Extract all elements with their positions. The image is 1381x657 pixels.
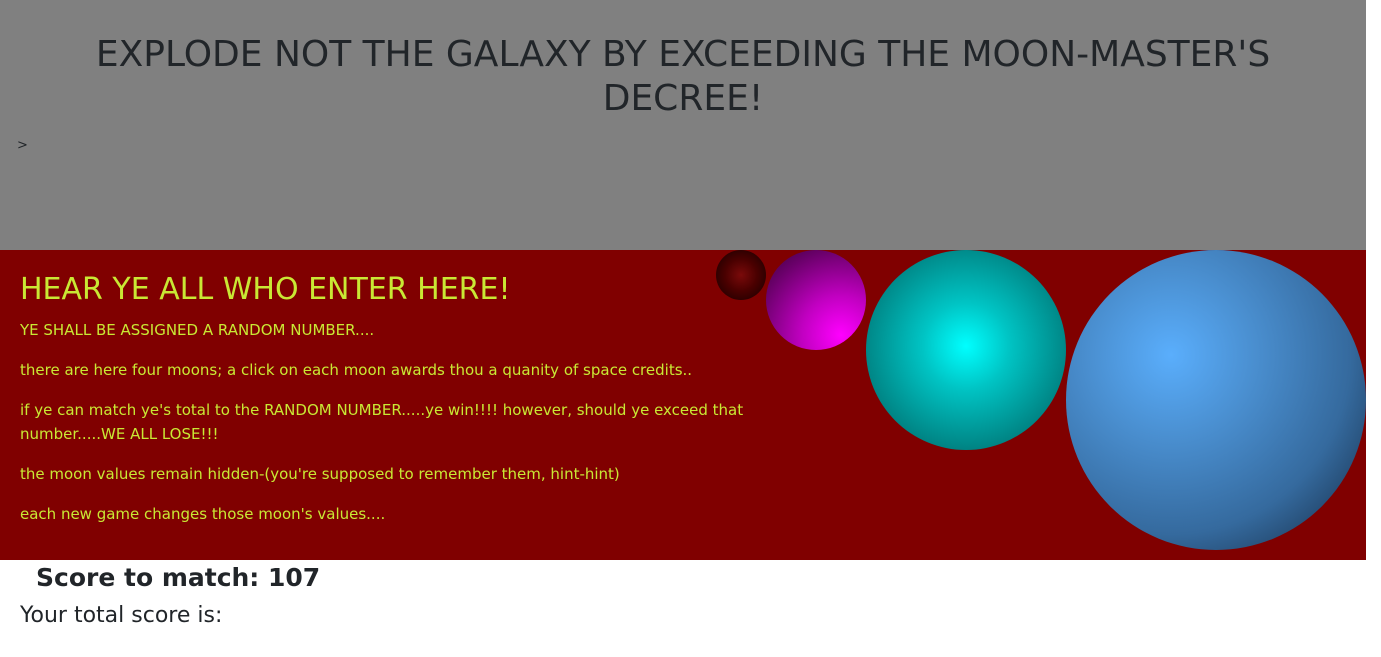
rule-paragraph-1: YE SHALL BE ASSIGNED A RANDOM NUMBER.... [20, 321, 375, 339]
rule-paragraph-4: the moon values remain hidden-(you're su… [20, 465, 620, 483]
rule-paragraph-3: if ye can match ye's total to the RANDOM… [20, 401, 744, 443]
rule-paragraph-5: each new game changes those moon's value… [20, 505, 386, 523]
moon-2-button[interactable] [766, 250, 866, 350]
total-score: Your total score is: [20, 603, 223, 628]
stray-caret-text: > [17, 138, 28, 153]
moon-4-button[interactable] [1066, 250, 1366, 550]
page-title: EXPLODE NOT THE GALAXY BY EXCEEDING THE … [95, 34, 1271, 119]
header-banner: EXPLODE NOT THE GALAXY BY EXCEEDING THE … [0, 0, 1366, 250]
rules-section: HEAR YE ALL WHO ENTER HERE! YE SHALL BE … [20, 272, 840, 542]
moon-3-button[interactable] [866, 250, 1066, 450]
rule-paragraph-2: there are here four moons; a click on ea… [20, 361, 693, 379]
score-to-match: Score to match: 107 [36, 563, 321, 592]
moon-1-button[interactable] [716, 250, 766, 300]
game-panel: HEAR YE ALL WHO ENTER HERE! YE SHALL BE … [0, 250, 1366, 560]
